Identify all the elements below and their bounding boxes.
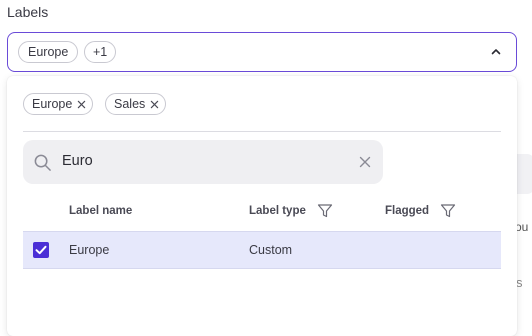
cell-label-name: Europe <box>69 243 110 257</box>
table-row[interactable]: Europe Custom <box>23 231 501 269</box>
selected-chip-europe[interactable]: Europe <box>18 41 79 63</box>
remove-icon[interactable] <box>150 100 159 109</box>
column-header-label-type: Label type <box>249 205 306 217</box>
background-text: ou <box>515 220 529 234</box>
labels-dropdown: Europe Sales Euro Label name Label type … <box>7 76 517 336</box>
search-input[interactable]: Euro <box>23 140 383 184</box>
divider <box>23 131 501 132</box>
search-icon <box>34 154 51 171</box>
clear-icon[interactable] <box>359 156 371 168</box>
column-header-label-name: Label name <box>69 205 133 217</box>
filter-icon[interactable] <box>440 203 456 219</box>
cell-label-type: Custom <box>249 243 293 257</box>
column-header-flagged: Flagged <box>385 205 430 217</box>
selected-chip-europe[interactable]: Europe <box>23 93 94 115</box>
remove-icon[interactable] <box>77 100 86 109</box>
more-count-chip[interactable]: +1 <box>84 41 117 63</box>
search-value[interactable]: Euro <box>62 153 93 169</box>
selected-chip-sales[interactable]: Sales <box>105 93 167 115</box>
chevron-up-icon[interactable] <box>490 46 502 58</box>
chip-label: Europe <box>32 97 73 111</box>
check-icon <box>35 245 47 255</box>
labels-select[interactable]: Europe +1 <box>7 32 517 72</box>
chip-label: Sales <box>114 97 146 111</box>
row-checkbox[interactable] <box>33 242 49 258</box>
field-label: Labels <box>7 4 49 20</box>
filter-icon[interactable] <box>317 203 333 219</box>
